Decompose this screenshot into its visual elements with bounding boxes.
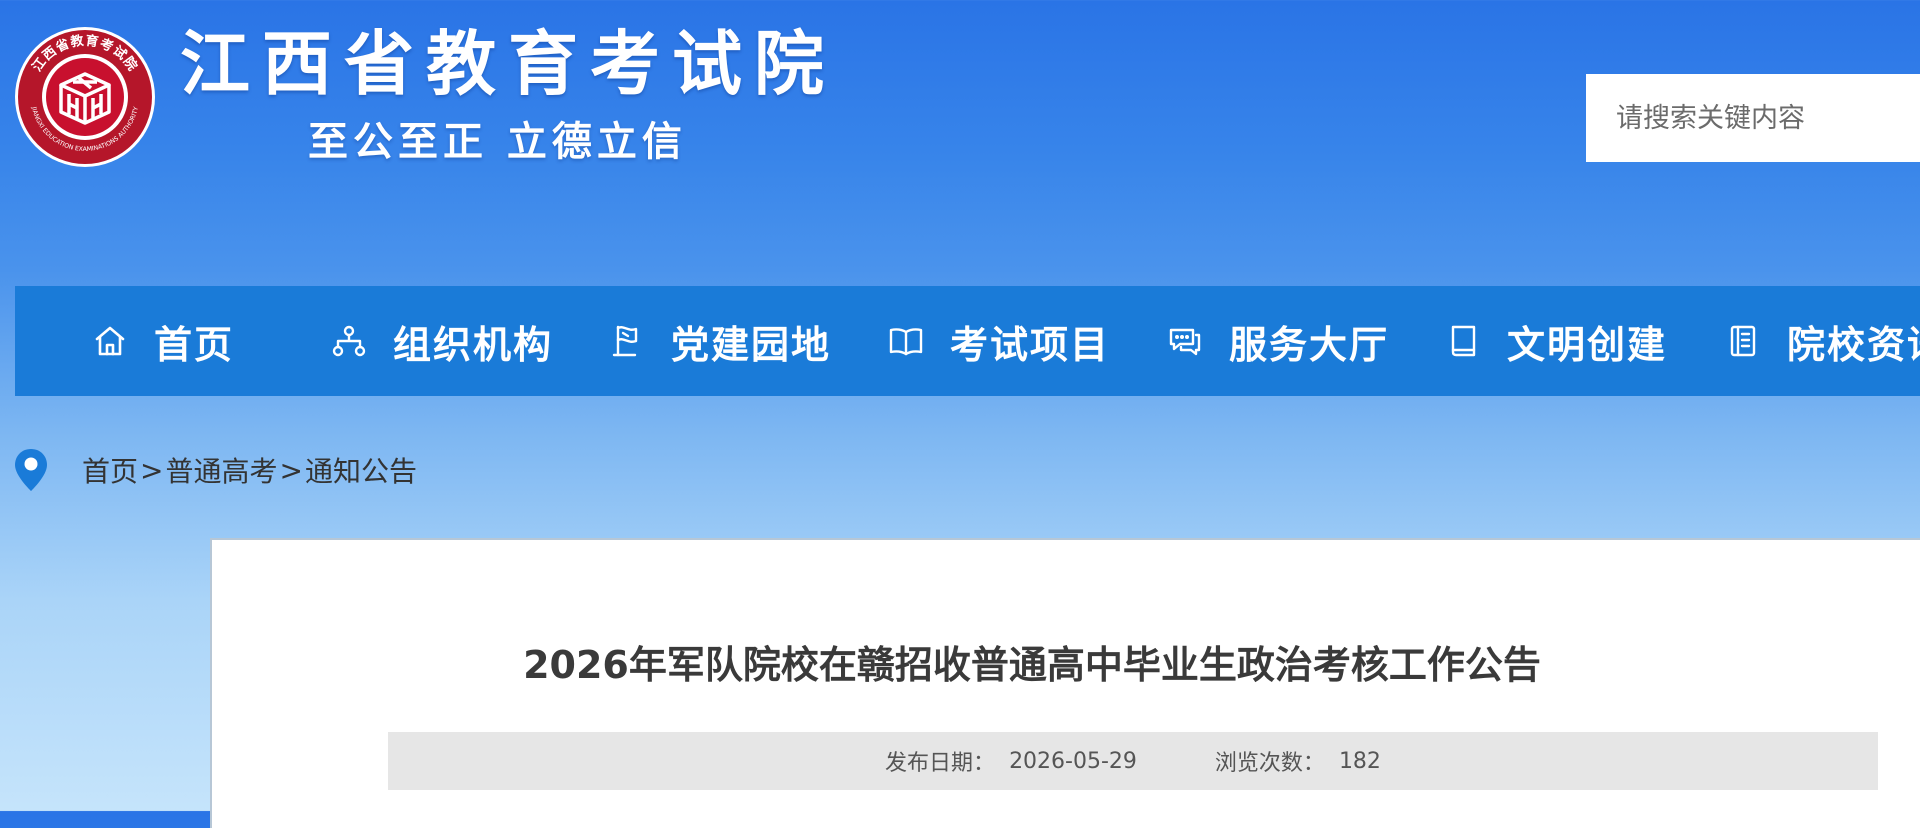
breadcrumb-separator: > xyxy=(140,453,164,487)
party-flag-icon xyxy=(609,323,645,359)
chat-service-icon xyxy=(1167,323,1203,359)
open-book-icon xyxy=(888,323,924,359)
nav-item-label: 组织机构 xyxy=(393,322,554,367)
nav-item-party[interactable]: 党建园地 xyxy=(609,286,831,396)
site-motto: 至公至正 立德立信 xyxy=(308,119,687,165)
nav-item-label: 考试项目 xyxy=(950,322,1111,367)
home-icon xyxy=(92,323,128,359)
views-count: 182 xyxy=(1338,748,1381,774)
site-title: 江西省教育考试院 xyxy=(180,23,836,105)
article-title: 2026年军队院校在赣招收普通高中毕业生政治考核工作公告 xyxy=(523,643,1541,687)
breadcrumb-notices[interactable]: 通知公告 xyxy=(305,450,417,490)
nav-item-service[interactable]: 服务大厅 xyxy=(1167,286,1389,396)
search-input[interactable] xyxy=(1586,74,1920,162)
location-pin-icon xyxy=(15,449,47,491)
publish-date-label: 发布日期： xyxy=(885,751,996,776)
news-icon xyxy=(1725,323,1761,359)
nav-item-label: 文明创建 xyxy=(1507,322,1668,367)
nav-item-label: 党建园地 xyxy=(671,322,832,367)
breadcrumb: 首页 > 普通高考 > 通知公告 xyxy=(12,446,417,494)
org-chart-icon xyxy=(331,323,367,359)
nav-item-exams[interactable]: 考试项目 xyxy=(888,286,1110,396)
article-meta: 发布日期： 2026-05-29 浏览次数： 182 xyxy=(388,732,1878,790)
nav-item-label: 院校资讯 xyxy=(1787,322,1920,367)
breadcrumb-separator: > xyxy=(279,453,303,487)
main-nav: 首页 组织机构 党建园地 考试项目 服务大厅 文明创建 院校资 xyxy=(15,286,1920,396)
breadcrumb-gaokao[interactable]: 普通高考 xyxy=(165,450,277,490)
nav-item-home[interactable]: 首页 xyxy=(92,286,234,396)
book-icon xyxy=(1445,323,1481,359)
breadcrumb-home[interactable]: 首页 xyxy=(82,450,138,490)
nav-item-civilization[interactable]: 文明创建 xyxy=(1445,286,1667,396)
nav-item-news[interactable]: 院校资讯 xyxy=(1725,286,1920,396)
views-label: 浏览次数： xyxy=(1214,751,1325,776)
nav-item-label: 服务大厅 xyxy=(1229,322,1390,367)
article-card: 2026年军队院校在赣招收普通高中毕业生政治考核工作公告 发布日期： 2026-… xyxy=(210,538,1920,828)
nav-item-organization[interactable]: 组织机构 xyxy=(331,286,553,396)
publish-date: 2026-05-29 xyxy=(1009,748,1137,774)
site-logo[interactable]: 江西省教育考试院 JIANGXI EDUCATION EXAMINATIONS … xyxy=(14,26,156,168)
nav-item-label: 首页 xyxy=(154,322,235,367)
